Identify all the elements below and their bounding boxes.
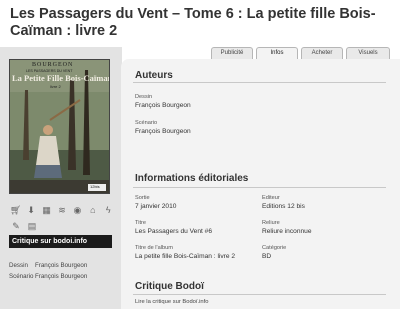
cover-author: BOURGEON [32,62,74,68]
dessin-label: Dessin [135,94,153,100]
tab-publicite[interactable]: Publicité [211,47,253,59]
credits-list: Dessin François Bourgeon Scénario Franço… [9,262,87,284]
tab-infos[interactable]: Infos [256,47,298,59]
scenario-value[interactable]: François Bourgeon [135,128,191,135]
credit-row: Dessin François Bourgeon [9,262,87,269]
album-title-label: Titre de l'album [135,245,173,251]
secondary-icons-row: ✎ ▤ [10,220,114,232]
section-divider [133,187,386,188]
categorie-value: BD [262,253,272,260]
credit-value[interactable]: François Bourgeon [35,273,87,280]
section-divider [133,82,386,83]
titre-label: Titre [135,220,146,226]
cart-icon[interactable]: 🛒︎ [10,204,21,216]
credit-key: Scénario [9,273,34,280]
reliure-label: Reliure [262,220,280,226]
titre-value[interactable]: Les Passagers du Vent #6 [135,228,212,235]
edit-icon[interactable]: ✎ [10,220,22,232]
eye-icon[interactable]: ◉ [72,204,83,216]
section-editorial-heading: Informations éditoriales [135,173,249,184]
home-icon[interactable]: ⌂ [87,204,98,216]
reliure-value: Reliure inconnue [262,228,312,235]
sortie-value: 7 janvier 2010 [135,203,177,210]
library-icon[interactable]: ▦ [41,204,52,216]
tab-visuels[interactable]: Visuels [346,47,390,59]
scenario-label: Scénario [135,120,158,126]
critique-bodoi-button[interactable]: Critique sur bodoi.info [9,235,112,248]
download-icon[interactable]: ⬇︎ [25,204,36,216]
action-icons-row: 🛒︎ ⬇︎ ▦ ≋ ◉ ⌂ ϟ [10,204,114,216]
cover-title: La Petite Fille Bois-Caïman [12,73,110,83]
lightning-icon[interactable]: ϟ [103,204,114,216]
credit-value[interactable]: François Bourgeon [35,262,87,269]
critique-link[interactable]: Lire la critique sur Bodoï.info [135,299,208,305]
editeur-label: Editeur [262,195,280,201]
tab-acheter[interactable]: Acheter [301,47,343,59]
tab-bar: Publicité Infos Acheter Visuels [211,47,390,59]
album-cover[interactable]: BOURGEON LES PASSAGERS DU VENT La Petite… [9,59,110,194]
editeur-value[interactable]: Editions 12 bis [262,203,305,210]
credit-row: Scénario François Bourgeon [9,273,87,280]
cover-publisher: 12bis [90,184,100,189]
note-icon[interactable]: ▤ [26,220,38,232]
categorie-label: Catégorie [262,245,287,251]
section-auteurs-heading: Auteurs [135,70,173,81]
cover-subtitle: livre 2 [50,84,61,89]
credit-key: Dessin [9,262,28,269]
sortie-label: Sortie [135,195,150,201]
stack-icon[interactable]: ≋ [56,204,67,216]
dessin-value[interactable]: François Bourgeon [135,102,191,109]
album-title-value: La petite fille Bois-Caïman : livre 2 [135,253,236,260]
page-title: Les Passagers du Vent – Tome 6 : La peti… [10,6,376,39]
section-divider [133,294,386,295]
section-critique-heading: Critique Bodoï [135,281,204,292]
info-panel [121,59,400,309]
